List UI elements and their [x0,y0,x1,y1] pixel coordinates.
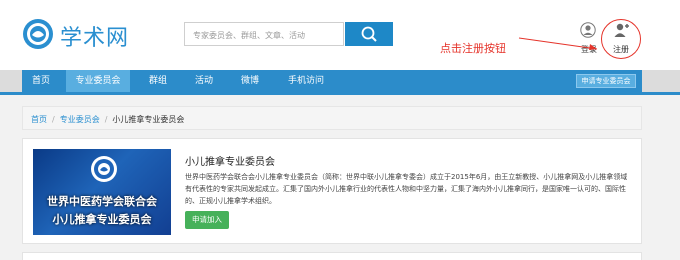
committee-description: 世界中医药学会联合会小儿推拿专业委员会（简称：世界中联小儿推拿专委会）成立于20… [185,173,628,205]
breadcrumb-separator: / [52,115,55,124]
page: 学术网 专家委员会、群组、文章、活动 登录 注册 点击注册按钮 首页 专业委员会… [0,0,680,260]
logo-icon[interactable] [22,18,54,50]
nav-item-groups[interactable]: 群组 [138,70,178,92]
breadcrumb-committee[interactable]: 专业委员会 [60,115,100,124]
nav-item-mobile[interactable]: 手机访问 [278,70,334,92]
nav-underline [0,92,680,95]
banner-line-2: 小儿推拿专业委员会 [52,213,152,226]
apply-committee-button[interactable]: 申请专业委员会 [576,74,636,88]
site-name[interactable]: 学术网 [60,20,129,52]
annotation-arrow-icon [518,37,598,50]
nav-item-committee[interactable]: 专业委员会 [66,70,130,92]
nav-item-weibo[interactable]: 微博 [230,70,270,92]
committee-banner[interactable]: 世界中医药学会联合会 小儿推拿专业委员会 [33,149,171,235]
banner-line-1: 世界中医药学会联合会 [47,195,157,208]
breadcrumb-home[interactable]: 首页 [31,115,47,124]
header: 学术网 专家委员会、群组、文章、活动 登录 注册 点击注册按钮 [0,0,680,70]
next-card [22,252,642,260]
join-button[interactable]: 申请加入 [185,211,229,229]
committee-title[interactable]: 小儿推拿专业委员会 [185,153,275,168]
nav-bar: 首页 专业委员会 群组 活动 微博 手机访问 申请专业委员会 [22,70,642,92]
annotation-circle [601,19,641,59]
nav-item-activities[interactable]: 活动 [184,70,224,92]
committee-card: 世界中医药学会联合会 小儿推拿专业委员会 小儿推拿专业委员会 世界中医药学会联合… [22,138,642,244]
nav-item-home[interactable]: 首页 [22,70,60,92]
breadcrumb-current: 小儿推拿专业委员会 [112,115,185,124]
emblem-icon [91,156,117,182]
search-icon [361,26,377,42]
breadcrumb: 首页 / 专业委员会 / 小儿推拿专业委员会 [22,106,642,130]
annotation-text: 点击注册按钮 [440,42,506,55]
breadcrumb-separator: / [104,115,108,124]
search-button[interactable] [345,22,393,46]
search-input[interactable]: 专家委员会、群组、文章、活动 [184,22,344,46]
main-nav: 首页 专业委员会 群组 活动 微博 手机访问 申请专业委员会 [0,70,680,92]
